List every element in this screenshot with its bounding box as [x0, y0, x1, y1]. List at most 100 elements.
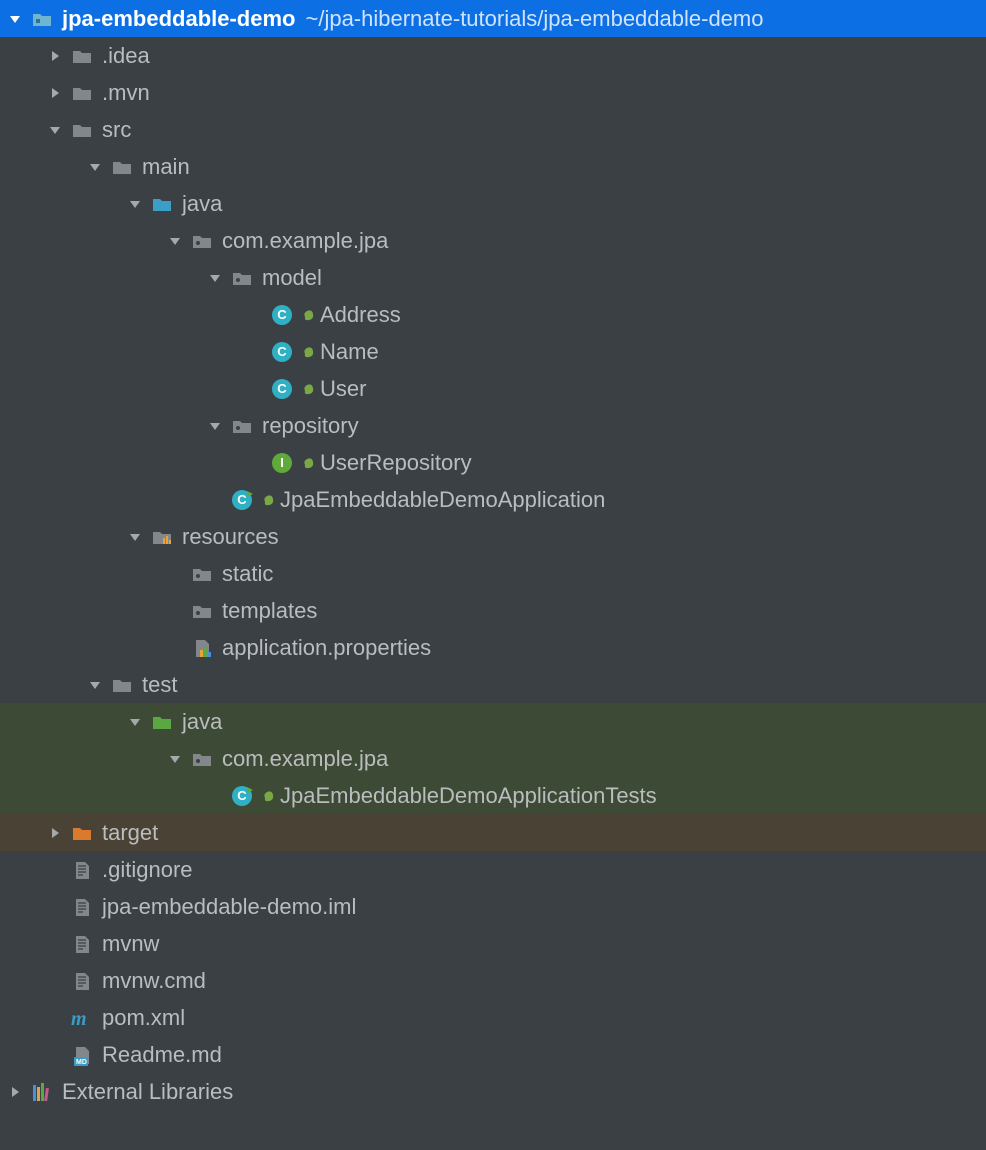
collapse-arrow-icon[interactable] [6, 1085, 24, 1099]
node-label: jpa-embeddable-demo.iml [102, 896, 356, 918]
class-icon [270, 377, 294, 401]
bean-icon [302, 309, 314, 321]
node-label: .idea [102, 45, 150, 67]
tree-node-pom[interactable]: pom.xml [0, 999, 986, 1036]
project-root-row[interactable]: jpa-embeddable-demo ~/jpa-hibernate-tuto… [0, 0, 986, 37]
tree-node-user[interactable]: User [0, 370, 986, 407]
node-label: static [222, 563, 273, 585]
node-label: application.properties [222, 637, 431, 659]
expand-arrow-icon[interactable] [6, 12, 24, 26]
tree-node-java-test[interactable]: java [0, 703, 986, 740]
package-icon [190, 562, 214, 586]
node-label: main [142, 156, 190, 178]
runnable-class-icon [230, 784, 254, 808]
node-label: JpaEmbeddableDemoApplicationTests [280, 785, 657, 807]
node-label: target [102, 822, 158, 844]
bean-icon [302, 383, 314, 395]
file-icon [70, 932, 94, 956]
runnable-class-icon [230, 488, 254, 512]
tree-node-name[interactable]: Name [0, 333, 986, 370]
file-icon [70, 895, 94, 919]
node-label: .mvn [102, 82, 150, 104]
package-icon [190, 599, 214, 623]
expand-arrow-icon[interactable] [206, 271, 224, 285]
maven-file-icon [70, 1006, 94, 1030]
tree-node-iml[interactable]: jpa-embeddable-demo.iml [0, 888, 986, 925]
expand-arrow-icon[interactable] [86, 678, 104, 692]
package-icon [230, 414, 254, 438]
node-label: repository [262, 415, 359, 437]
tree-node-templates[interactable]: templates [0, 592, 986, 629]
node-label: java [182, 711, 222, 733]
folder-icon [110, 155, 134, 179]
node-label: User [320, 378, 366, 400]
file-icon [70, 969, 94, 993]
collapse-arrow-icon[interactable] [46, 86, 64, 100]
tree-node-main[interactable]: main [0, 148, 986, 185]
package-icon [190, 747, 214, 771]
tree-node-repository[interactable]: repository [0, 407, 986, 444]
expand-arrow-icon[interactable] [126, 530, 144, 544]
folder-icon [70, 81, 94, 105]
tree-node-mvnw-cmd[interactable]: mvnw.cmd [0, 962, 986, 999]
node-label: mvnw.cmd [102, 970, 206, 992]
node-label: templates [222, 600, 317, 622]
tree-node-app-properties[interactable]: application.properties [0, 629, 986, 666]
collapse-arrow-icon[interactable] [46, 826, 64, 840]
node-label: pom.xml [102, 1007, 185, 1029]
expand-arrow-icon[interactable] [166, 752, 184, 766]
class-icon [270, 340, 294, 364]
tree-node-gitignore[interactable]: .gitignore [0, 851, 986, 888]
bean-icon [302, 346, 314, 358]
interface-icon [270, 451, 294, 475]
node-label: test [142, 674, 177, 696]
tree-node-package-main[interactable]: com.example.jpa [0, 222, 986, 259]
expand-arrow-icon[interactable] [86, 160, 104, 174]
tree-node-target[interactable]: target [0, 814, 986, 851]
file-icon [70, 858, 94, 882]
tree-node-application-tests[interactable]: JpaEmbeddableDemoApplicationTests [0, 777, 986, 814]
bean-icon [262, 790, 274, 802]
class-icon [270, 303, 294, 327]
tree-node-idea[interactable]: .idea [0, 37, 986, 74]
tree-node-test[interactable]: test [0, 666, 986, 703]
resources-folder-icon [150, 525, 174, 549]
markdown-file-icon [70, 1043, 94, 1067]
tree-node-src[interactable]: src [0, 111, 986, 148]
node-label: com.example.jpa [222, 748, 388, 770]
node-label: Address [320, 304, 401, 326]
tree-node-static[interactable]: static [0, 555, 986, 592]
tree-node-package-test[interactable]: com.example.jpa [0, 740, 986, 777]
expand-arrow-icon[interactable] [126, 197, 144, 211]
node-label: src [102, 119, 131, 141]
tree-node-user-repository[interactable]: UserRepository [0, 444, 986, 481]
collapse-arrow-icon[interactable] [46, 49, 64, 63]
folder-icon [70, 118, 94, 142]
node-label: com.example.jpa [222, 230, 388, 252]
libraries-icon [30, 1080, 54, 1104]
expand-arrow-icon[interactable] [126, 715, 144, 729]
folder-icon [110, 673, 134, 697]
folder-icon [70, 44, 94, 68]
tree-node-external-libraries[interactable]: External Libraries [0, 1073, 986, 1110]
tree-node-address[interactable]: Address [0, 296, 986, 333]
bean-icon [262, 494, 274, 506]
tree-node-application[interactable]: JpaEmbeddableDemoApplication [0, 481, 986, 518]
node-label: .gitignore [102, 859, 193, 881]
node-label: model [262, 267, 322, 289]
node-label: JpaEmbeddableDemoApplication [280, 489, 605, 511]
node-label: UserRepository [320, 452, 472, 474]
expand-arrow-icon[interactable] [46, 123, 64, 137]
tree-node-mvnw[interactable]: mvnw [0, 925, 986, 962]
package-icon [190, 229, 214, 253]
expand-arrow-icon[interactable] [206, 419, 224, 433]
expand-arrow-icon[interactable] [166, 234, 184, 248]
tree-node-mvn[interactable]: .mvn [0, 74, 986, 111]
tree-node-model[interactable]: model [0, 259, 986, 296]
tree-node-resources[interactable]: resources [0, 518, 986, 555]
tree-node-java-main[interactable]: java [0, 185, 986, 222]
tree-node-readme[interactable]: Readme.md [0, 1036, 986, 1073]
module-folder-icon [30, 7, 54, 31]
bean-icon [302, 457, 314, 469]
node-label: resources [182, 526, 279, 548]
